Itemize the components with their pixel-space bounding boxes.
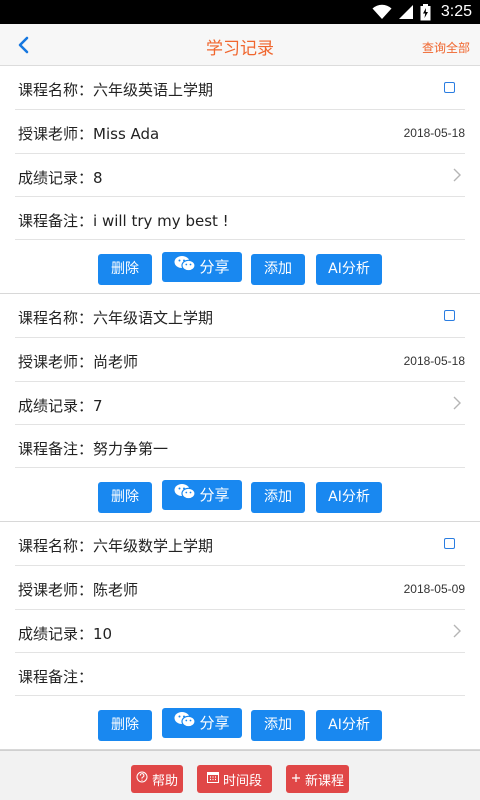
course-name-row: 课程名称：六年级语文上学期 [15,294,465,338]
wechat-icon [174,252,197,283]
score-row[interactable]: 成绩记录：7 [15,382,465,425]
action-bar: 删除 分享 添加 AI分析 [0,468,480,520]
ai-analysis-button[interactable]: AI分析 [316,710,382,741]
score-row[interactable]: 成绩记录：8 [15,154,465,197]
note-value: 努力争第一 [93,440,169,458]
note-row: 课程备注： [15,653,465,696]
share-label: 分享 [199,713,230,732]
teacher-value: Miss Ada [93,125,160,143]
ai-analysis-button[interactable]: AI分析 [316,482,382,513]
teacher-value: 尚老师 [93,353,139,371]
score-value: 7 [93,397,103,415]
delete-button[interactable]: 删除 [98,710,152,741]
note-label: 课程备注： [18,440,94,458]
add-button[interactable]: 添加 [251,482,305,513]
delete-button[interactable]: 删除 [98,254,152,285]
help-label: 帮助 [151,773,178,789]
teacher-label: 授课老师： [18,581,94,599]
teacher-row: 授课老师：Miss Ada 2018-05-18 [15,110,465,154]
score-value: 10 [93,625,113,643]
course-name-value: 六年级英语上学期 [93,81,214,99]
bottom-toolbar: 帮助 时间段 新课程 [0,750,480,800]
score-row[interactable]: 成绩记录：10 [15,610,465,653]
wechat-icon [174,708,197,739]
record-date: 2018-05-18 [403,354,465,368]
question-icon [136,771,148,787]
course-name-label: 课程名称： [18,309,94,327]
course-name-value: 六年级语文上学期 [93,309,214,327]
note-row: 课程备注：i will try my best ! [15,197,465,240]
new-course-label: 新课程 [304,773,344,789]
chevron-right-icon[interactable] [451,394,463,412]
add-button[interactable]: 添加 [251,710,305,741]
teacher-row: 授课老师：尚老师 2018-05-18 [15,338,465,382]
time-range-label: 时间段 [222,773,262,789]
record-card: 课程名称：六年级英语上学期 授课老师：Miss Ada 2018-05-18 成… [0,66,480,294]
select-checkbox[interactable] [444,82,455,93]
help-button[interactable]: 帮助 [131,765,183,793]
score-value: 8 [93,169,103,187]
status-time: 3:25 [440,3,472,20]
time-range-button[interactable]: 时间段 [197,765,272,793]
add-button[interactable]: 添加 [251,254,305,285]
wechat-icon [174,480,197,511]
share-label: 分享 [199,257,230,276]
plus-icon [291,772,301,787]
score-label: 成绩记录： [18,169,94,187]
note-value: i will try my best ! [93,212,229,230]
chevron-right-icon[interactable] [451,166,463,184]
record-card: 课程名称：六年级数学上学期 授课老师：陈老师 2018-05-09 成绩记录：1… [0,522,480,750]
note-label: 课程备注： [18,668,94,686]
select-checkbox[interactable] [444,538,455,549]
record-card: 课程名称：六年级语文上学期 授课老师：尚老师 2018-05-18 成绩记录：7… [0,294,480,522]
course-name-row: 课程名称：六年级数学上学期 [15,522,465,566]
course-name-label: 课程名称： [18,537,94,555]
share-label: 分享 [199,485,230,504]
signal-icon [398,4,414,20]
ai-analysis-button[interactable]: AI分析 [316,254,382,285]
share-button[interactable]: 分享 [162,252,242,282]
share-button[interactable]: 分享 [162,480,242,510]
status-bar: 3:25 [0,0,480,24]
teacher-value: 陈老师 [93,581,139,599]
select-checkbox[interactable] [444,310,455,321]
score-label: 成绩记录： [18,625,94,643]
calendar-icon [206,771,219,787]
course-name-label: 课程名称： [18,81,94,99]
note-row: 课程备注：努力争第一 [15,425,465,468]
note-label: 课程备注： [18,212,94,230]
delete-button[interactable]: 删除 [98,482,152,513]
course-name-value: 六年级数学上学期 [93,537,214,555]
action-bar: 删除 分享 添加 AI分析 [0,240,480,292]
record-list[interactable]: 课程名称：六年级英语上学期 授课老师：Miss Ada 2018-05-18 成… [0,66,480,750]
course-name-row: 课程名称：六年级英语上学期 [15,66,465,110]
teacher-row: 授课老师：陈老师 2018-05-09 [15,566,465,610]
record-date: 2018-05-18 [403,126,465,140]
share-button[interactable]: 分享 [162,708,242,738]
teacher-label: 授课老师： [18,353,94,371]
new-course-button[interactable]: 新课程 [286,765,349,793]
chevron-right-icon[interactable] [451,622,463,640]
score-label: 成绩记录： [18,397,94,415]
page-title: 学习记录 [206,39,274,59]
record-date: 2018-05-09 [403,582,465,596]
teacher-label: 授课老师： [18,125,94,143]
wifi-icon [372,4,392,20]
nav-bar: 学习记录 查询全部 [0,24,480,66]
query-all-button[interactable]: 查询全部 [422,39,470,56]
battery-icon [420,3,431,21]
action-bar: 删除 分享 添加 AI分析 [0,696,480,748]
